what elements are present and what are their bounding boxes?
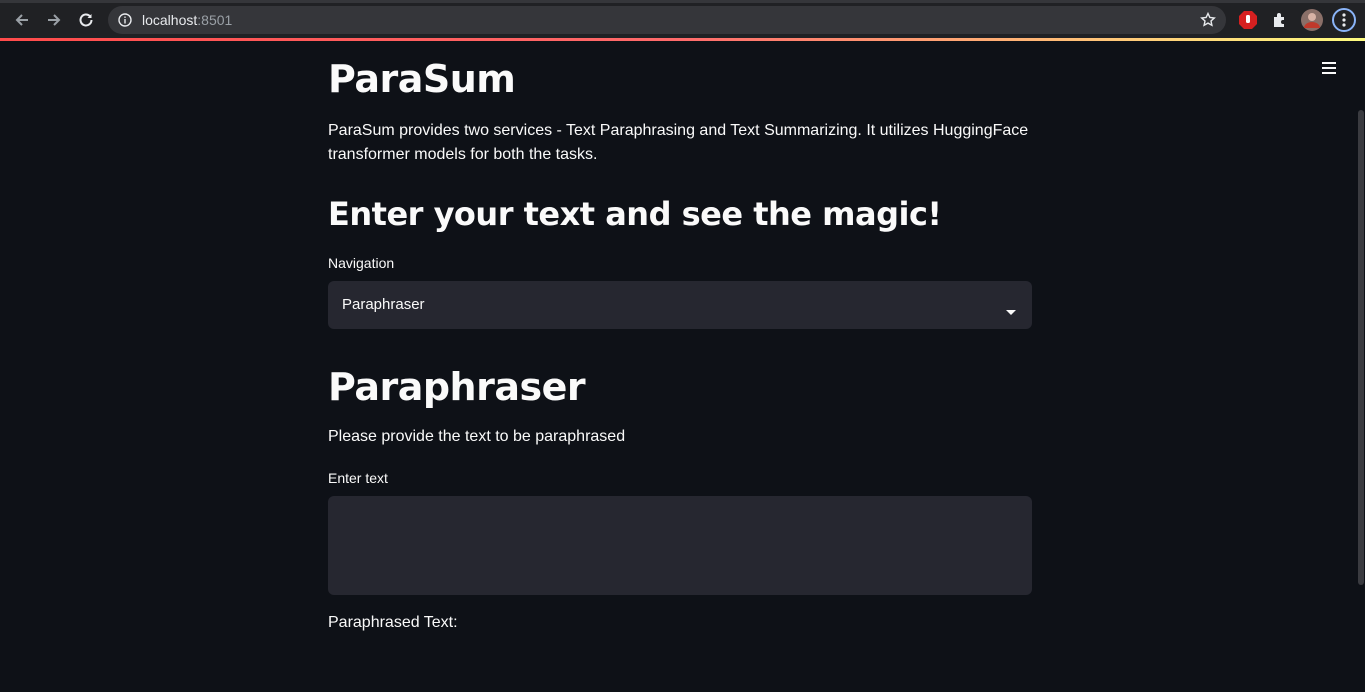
chevron-down-icon <box>1006 303 1016 321</box>
browser-toolbar: localhost:8501 <box>0 0 1365 40</box>
section-hint: Please provide the text to be paraphrase… <box>328 428 626 445</box>
tab-strip <box>0 0 1365 3</box>
navigation-selected-value: Paraphraser <box>342 296 425 313</box>
app-title: ParaSum <box>328 57 516 101</box>
app-header-decoration <box>0 38 1365 41</box>
bookmark-star-icon[interactable] <box>1200 11 1216 33</box>
back-arrow-icon[interactable] <box>11 9 33 31</box>
app-description: ParaSum provides two services - Text Par… <box>328 122 1029 163</box>
forward-arrow-icon[interactable] <box>43 9 65 31</box>
extensions-puzzle-icon[interactable] <box>1269 9 1291 31</box>
text-input[interactable] <box>328 496 1032 595</box>
reload-icon[interactable] <box>75 9 97 31</box>
url-port: :8501 <box>197 12 233 28</box>
hamburger-menu-icon[interactable] <box>1321 60 1339 81</box>
scrollbar[interactable] <box>1358 110 1364 585</box>
url-host: localhost <box>142 12 198 28</box>
page-subtitle: Enter your text and see the magic! <box>328 195 942 233</box>
navigation-label: Navigation <box>328 255 395 271</box>
chrome-menu-icon[interactable] <box>1332 8 1356 32</box>
address-bar[interactable]: localhost:8501 <box>108 6 1226 34</box>
input-label: Enter text <box>328 470 388 486</box>
url-text: localhost:8501 <box>142 12 232 28</box>
navigation-select[interactable]: Paraphraser <box>328 281 1032 329</box>
section-title: Paraphraser <box>328 365 586 409</box>
output-label: Paraphrased Text: <box>328 614 458 631</box>
site-info-icon[interactable] <box>118 13 132 32</box>
adblock-extension-icon[interactable] <box>1237 9 1259 31</box>
profile-avatar[interactable] <box>1301 9 1323 31</box>
